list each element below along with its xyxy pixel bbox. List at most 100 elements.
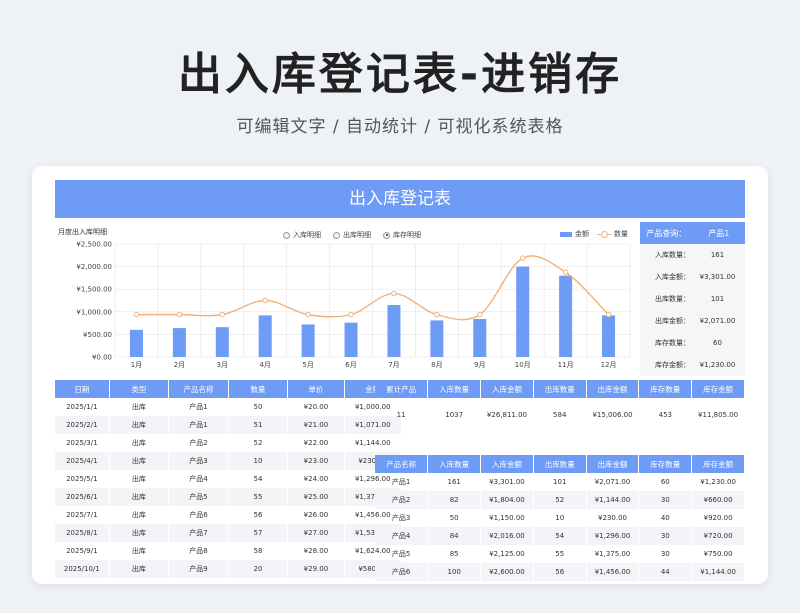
product-cell[interactable]: ¥1,804.00 — [480, 491, 534, 509]
product-cell[interactable]: 50 — [427, 509, 482, 527]
summary-cell[interactable]: ¥26,811.00 — [480, 398, 534, 432]
product-cell[interactable]: 55 — [533, 545, 587, 563]
record-cell[interactable]: 出库 — [109, 470, 170, 488]
column-header[interactable]: 产品名称 — [168, 380, 229, 398]
product-cell[interactable]: ¥660.00 — [691, 491, 745, 509]
product-cell[interactable]: 产品4 — [375, 527, 429, 545]
record-cell[interactable]: 产品8 — [168, 542, 229, 560]
record-cell[interactable]: 2025/2/1 — [55, 416, 110, 434]
product-cell[interactable]: ¥1,375.00 — [586, 545, 640, 563]
record-cell[interactable]: 2025/1/1 — [55, 398, 110, 416]
column-header[interactable]: 入库金额 — [480, 455, 534, 473]
product-cell[interactable]: 产品2 — [375, 491, 429, 509]
record-cell[interactable]: ¥21.00 — [287, 416, 345, 434]
product-cell[interactable]: 30 — [638, 491, 693, 509]
radio-outbound[interactable]: 出库明细 — [333, 230, 371, 240]
record-cell[interactable]: 2025/4/1 — [55, 452, 110, 470]
record-cell[interactable]: 出库 — [109, 542, 170, 560]
record-cell[interactable]: 50 — [228, 398, 289, 416]
record-cell[interactable]: 产品2 — [168, 434, 229, 452]
record-cell[interactable]: 产品9 — [168, 560, 229, 578]
product-cell[interactable]: ¥2,600.00 — [480, 563, 534, 581]
record-cell[interactable]: ¥26.00 — [287, 506, 345, 524]
record-cell[interactable]: 57 — [228, 524, 289, 542]
column-header[interactable]: 入库数量 — [427, 380, 482, 398]
summary-cell[interactable]: ¥11,805.00 — [691, 398, 745, 432]
product-cell[interactable]: 产品1 — [375, 473, 429, 491]
product-cell[interactable]: ¥1,296.00 — [586, 527, 640, 545]
record-cell[interactable]: ¥29.00 — [287, 560, 345, 578]
product-cell[interactable]: ¥2,125.00 — [480, 545, 534, 563]
column-header[interactable]: 库存数量 — [638, 380, 693, 398]
record-cell[interactable]: 产品4 — [168, 470, 229, 488]
product-cell[interactable]: 82 — [427, 491, 482, 509]
column-header[interactable]: 累计产品 — [375, 380, 429, 398]
column-header[interactable]: 库存金额 — [691, 380, 745, 398]
product-cell[interactable]: 161 — [427, 473, 482, 491]
record-cell[interactable]: ¥28.00 — [287, 542, 345, 560]
product-cell[interactable]: 100 — [427, 563, 482, 581]
summary-cell[interactable]: 1037 — [427, 398, 482, 432]
record-cell[interactable]: ¥23.00 — [287, 452, 345, 470]
record-cell[interactable]: 出库 — [109, 524, 170, 542]
record-cell[interactable]: ¥25.00 — [287, 488, 345, 506]
record-cell[interactable]: 出库 — [109, 416, 170, 434]
product-cell[interactable]: 30 — [638, 545, 693, 563]
product-cell[interactable]: ¥1,456.00 — [586, 563, 640, 581]
query-product-select[interactable]: 产品1 — [693, 228, 746, 239]
column-header[interactable]: 入库金额 — [480, 380, 534, 398]
record-cell[interactable]: 56 — [228, 506, 289, 524]
record-cell[interactable]: ¥22.00 — [287, 434, 345, 452]
record-cell[interactable]: 2025/7/1 — [55, 506, 110, 524]
record-cell[interactable]: 54 — [228, 470, 289, 488]
record-cell[interactable]: 2025/10/1 — [55, 560, 110, 578]
column-header[interactable]: 日期 — [55, 380, 110, 398]
record-cell[interactable]: 产品7 — [168, 524, 229, 542]
record-cell[interactable]: ¥1,144.00 — [344, 434, 403, 452]
summary-cell[interactable]: 584 — [533, 398, 587, 432]
summary-cell[interactable]: 453 — [638, 398, 693, 432]
product-cell[interactable]: 60 — [638, 473, 693, 491]
product-cell[interactable]: 85 — [427, 545, 482, 563]
product-cell[interactable]: 30 — [638, 527, 693, 545]
record-cell[interactable]: 产品1 — [168, 398, 229, 416]
product-cell[interactable]: ¥1,144.00 — [691, 563, 745, 581]
record-cell[interactable]: 产品6 — [168, 506, 229, 524]
record-cell[interactable]: 出库 — [109, 488, 170, 506]
column-header[interactable]: 类型 — [109, 380, 170, 398]
product-cell[interactable]: 产品3 — [375, 509, 429, 527]
record-cell[interactable]: 2025/5/1 — [55, 470, 110, 488]
record-cell[interactable]: 2025/8/1 — [55, 524, 110, 542]
product-cell[interactable]: 101 — [533, 473, 587, 491]
product-cell[interactable]: 产品6 — [375, 563, 429, 581]
product-cell[interactable]: ¥2,071.00 — [586, 473, 640, 491]
product-cell[interactable]: ¥1,230.00 — [691, 473, 745, 491]
product-cell[interactable]: 40 — [638, 509, 693, 527]
record-cell[interactable]: 2025/6/1 — [55, 488, 110, 506]
column-header[interactable]: 产品名称 — [375, 455, 429, 473]
column-header[interactable]: 出库数量 — [533, 455, 587, 473]
record-cell[interactable]: 10 — [228, 452, 289, 470]
product-cell[interactable]: ¥2,016.00 — [480, 527, 534, 545]
column-header[interactable]: 数量 — [228, 380, 289, 398]
record-cell[interactable]: 出库 — [109, 452, 170, 470]
product-cell[interactable]: ¥230.00 — [586, 509, 640, 527]
product-cell[interactable]: ¥1,150.00 — [480, 509, 534, 527]
record-cell[interactable]: 20 — [228, 560, 289, 578]
product-cell[interactable]: ¥750.00 — [691, 545, 745, 563]
record-cell[interactable]: ¥20.00 — [287, 398, 345, 416]
product-cell[interactable]: ¥1,144.00 — [586, 491, 640, 509]
product-cell[interactable]: 84 — [427, 527, 482, 545]
product-cell[interactable]: 52 — [533, 491, 587, 509]
radio-inbound[interactable]: 入库明细 — [283, 230, 321, 240]
record-cell[interactable]: 58 — [228, 542, 289, 560]
record-cell[interactable]: 2025/9/1 — [55, 542, 110, 560]
product-cell[interactable]: 产品5 — [375, 545, 429, 563]
record-cell[interactable]: 55 — [228, 488, 289, 506]
column-header[interactable]: 出库金额 — [586, 380, 640, 398]
summary-cell[interactable]: ¥15,006.00 — [586, 398, 640, 432]
product-cell[interactable]: ¥720.00 — [691, 527, 745, 545]
radio-stock[interactable]: 库存明细 — [383, 230, 421, 240]
record-cell[interactable]: 产品5 — [168, 488, 229, 506]
record-cell[interactable]: 出库 — [109, 506, 170, 524]
